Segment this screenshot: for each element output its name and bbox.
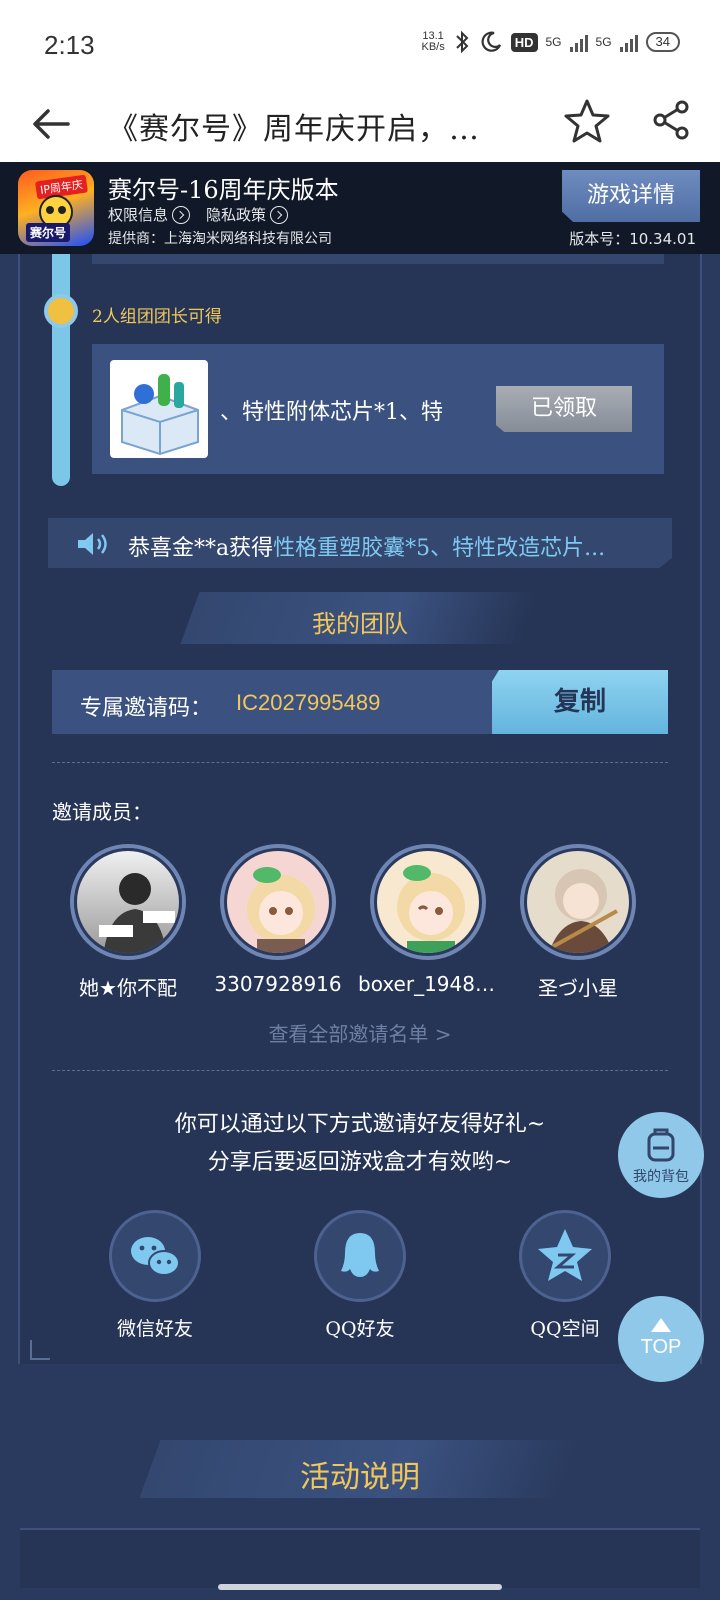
reward-text: 、特性附体芯片*1、特 (220, 400, 443, 425)
chevron-right-icon (172, 205, 191, 224)
gift-box-icon (121, 374, 199, 456)
share-instructions-line2: 分享后要返回游戏盒才有效哟~ (207, 1150, 513, 1175)
game-detail-button[interactable]: 游戏详情 (562, 170, 700, 222)
qq-icon (341, 1233, 379, 1277)
member-name: 3307928916 (214, 972, 342, 996)
qzone-icon (538, 1229, 592, 1281)
backpack-label: 我的背包 (633, 1169, 689, 1185)
share-qq-button[interactable]: QQ好友 (300, 1210, 420, 1341)
status-time: 2:13 (44, 30, 95, 60)
moon-icon (481, 31, 501, 52)
share-label: 微信好友 (116, 1318, 193, 1340)
battery-indicator: 34 (645, 32, 680, 52)
share-icon[interactable] (650, 98, 694, 142)
member-name: boxer_19486… (358, 972, 498, 996)
share-wechat-button[interactable]: 微信好友 (95, 1210, 215, 1341)
speaker-icon (78, 533, 107, 555)
share-label: QQ好友 (325, 1318, 395, 1340)
share-label: QQ空间 (530, 1318, 600, 1340)
tier-label: 2人组团团长可得 (92, 307, 222, 327)
member-item[interactable]: 3307928916 (208, 848, 348, 996)
avatar (524, 848, 632, 956)
game-provider: 提供商：上海淘米网络科技有限公司 (108, 231, 332, 247)
wechat-icon (131, 1237, 180, 1276)
divider (52, 762, 668, 763)
team-section-title: 我的团队 (312, 610, 408, 638)
game-app-icon[interactable]: IP周年庆 赛尔号 (18, 170, 94, 246)
timeline-bar (52, 254, 70, 486)
avatar (224, 848, 332, 956)
member-item[interactable]: 圣づ小星 (508, 848, 648, 1001)
reward-box-image (110, 360, 208, 458)
avatar (74, 848, 182, 956)
home-indicator[interactable] (218, 1584, 502, 1590)
share-circle (314, 1210, 406, 1302)
my-backpack-button[interactable]: 我的背包 (618, 1112, 704, 1198)
ticker-text: 恭喜金**a获得性格重塑胶囊*5、特性改造芯片... (128, 536, 606, 561)
signal-bars-1-icon (569, 32, 588, 52)
view-all-invites-link[interactable]: 查看全部邀请名单 > (0, 1018, 720, 1047)
members-label: 邀请成员： (52, 800, 152, 824)
privacy-link[interactable]: 隐私政策 (206, 204, 289, 225)
member-name: 圣づ小星 (538, 976, 618, 1000)
game-links: 权限信息 隐私政策 (108, 204, 289, 225)
member-item[interactable]: 她★你不配 (58, 848, 198, 1001)
game-version: 版本号：10.34.01 (569, 230, 696, 248)
status-bar: 2:13 13.1 KB/s HD 5G 5G 34 (0, 0, 720, 90)
status-icons: 13.1 KB/s HD 5G 5G 34 (421, 30, 680, 54)
rules-panel (20, 1528, 700, 1588)
ticker-highlight: 性格重塑胶囊*5、特性改造芯片... (273, 536, 606, 561)
signal-label-1: 5G (545, 35, 562, 49)
top-label: TOP (640, 1336, 682, 1358)
triangle-up-icon (651, 1318, 671, 1332)
top-nav-bar: 《赛尔号》周年庆开启，… (0, 90, 720, 162)
share-circle (109, 1210, 201, 1302)
person-silhouette-icon (99, 873, 175, 953)
timeline-dot (44, 294, 78, 328)
game-name: 赛尔号-16周年庆版本 (108, 176, 339, 204)
anime-boy-avatar-icon (544, 869, 618, 953)
favorite-star-icon[interactable] (562, 96, 612, 146)
chevron-right-icon (270, 205, 289, 224)
anime-girl-avatar-icon (397, 865, 465, 953)
panel-corner-decoration (30, 1340, 50, 1360)
invite-code-value: IC2027995489 (236, 690, 381, 715)
page-title: 《赛尔号》周年庆开启，… (108, 112, 480, 147)
claimed-button[interactable]: 已领取 (496, 386, 632, 432)
member-item[interactable]: boxer_19486… (358, 848, 498, 996)
share-circle (519, 1210, 611, 1302)
signal-bars-2-icon (619, 32, 638, 52)
member-name: 她★你不配 (79, 976, 177, 1000)
bluetooth-icon (456, 30, 469, 54)
share-qzone-button[interactable]: QQ空间 (505, 1210, 625, 1341)
share-instructions-line1: 你可以通过以下方式邀请好友得好礼~ (174, 1112, 546, 1137)
rules-section-title: 活动说明 (300, 1460, 420, 1495)
backpack-icon (647, 1128, 675, 1162)
signal-label-2: 5G (595, 35, 612, 49)
back-to-top-button[interactable]: TOP (618, 1296, 704, 1382)
icon-logo-text: 赛尔号 (26, 223, 71, 242)
hd-badge: HD (510, 32, 538, 52)
copy-button[interactable]: 复制 (492, 670, 668, 734)
divider (52, 1070, 668, 1071)
back-arrow-icon[interactable] (28, 100, 76, 148)
game-info-bar: IP周年庆 赛尔号 赛尔号-16周年庆版本 权限信息 隐私政策 提供商：上海淘米… (0, 162, 720, 254)
invite-code-label: 专属邀请码： (80, 696, 213, 721)
network-speed: 13.1 KB/s (421, 30, 445, 53)
permissions-link[interactable]: 权限信息 (108, 204, 191, 225)
avatar (374, 848, 482, 956)
anime-girl-avatar-icon (247, 867, 315, 953)
